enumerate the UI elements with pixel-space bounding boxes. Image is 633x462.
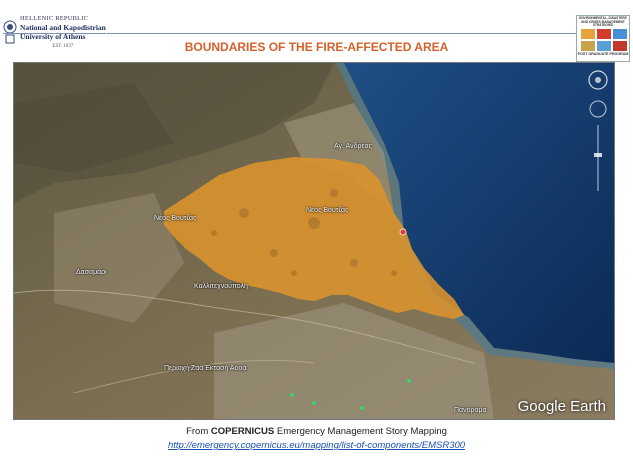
zoom-slider-handle <box>594 153 602 157</box>
program-logo-subtitle: POST GRADUATE PROGRAM <box>577 51 629 56</box>
page-title: BOUNDARIES OF THE FIRE-AFFECTED AREA <box>184 40 449 54</box>
location-marker <box>399 228 407 236</box>
source-caption: From COPERNICUS Emergency Management Sto… <box>0 426 633 437</box>
header-divider-left <box>3 33 106 34</box>
university-name-line1: National and Kapodistrian <box>20 22 106 32</box>
republic-label: HELLENIC REPUBLIC <box>20 14 89 22</box>
map-label-ag-andreas: Αγ. Ανδρέας <box>334 143 373 150</box>
map-label-neos-voutzas: Νέος Βουτζάς <box>154 215 197 222</box>
caption-suffix: Emergency Management Story Mapping <box>274 426 447 437</box>
map-image <box>14 63 614 419</box>
map-controls <box>587 69 609 199</box>
map-label-panorama: Πανόραμα <box>454 407 487 414</box>
program-logo: ENVIRONMENTAL, DISASTERS AND CRISES MANA… <box>576 15 630 62</box>
caption-prefix: From <box>186 426 211 437</box>
earthquake-icon <box>581 28 595 39</box>
source-link[interactable]: http://emergency.copernicus.eu/mapping/l… <box>0 440 633 451</box>
map-label-dasamari: Δασαμάρι <box>76 269 107 276</box>
person-icon <box>597 40 611 51</box>
satellite-map[interactable]: Νέος Βουτζάς Αγ. Ανδρέας Νέος Βουτζάς Δα… <box>13 62 615 420</box>
cloud-icon <box>613 28 627 39</box>
program-logo-title: ENVIRONMENTAL, DISASTERS AND CRISES MANA… <box>579 16 627 28</box>
map-nav-controls <box>588 70 608 191</box>
program-logo-icons <box>581 28 629 51</box>
map-label-kallitechnoupoli: Καλλιτεχνούπολη <box>194 283 248 290</box>
header-divider-right <box>107 33 577 34</box>
google-earth-watermark: Google Earth <box>517 398 606 415</box>
fire-icon <box>597 28 611 39</box>
flood-icon <box>613 40 627 51</box>
caption-source: COPERNICUS <box>210 426 275 437</box>
map-label-neo-voutzas-2: Νέος Βουτζάς <box>306 207 349 214</box>
map-label-periochi: Περιοχή Ζαα Εκτασή Αοοα <box>164 365 247 372</box>
building-icon <box>581 40 595 51</box>
pan-control-icon <box>589 100 607 118</box>
